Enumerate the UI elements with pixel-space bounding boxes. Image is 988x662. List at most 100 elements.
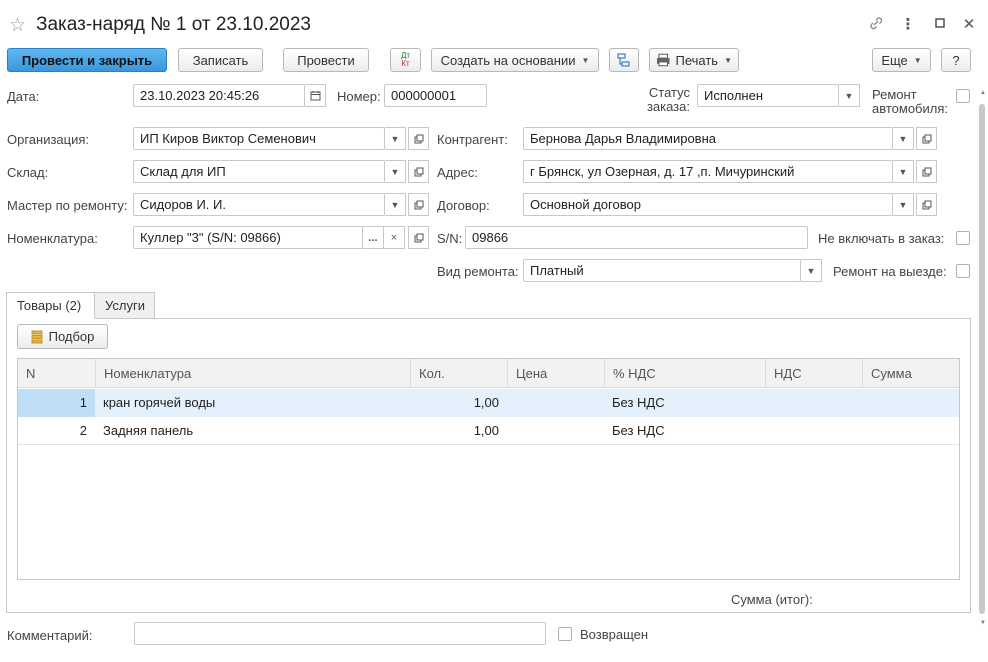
address-label: Адрес: [437,165,478,180]
number-field[interactable]: 000000001 [384,84,487,107]
cell-n[interactable]: 1 [18,389,95,417]
master-dropdown-button[interactable]: ▼ [385,193,406,216]
address-field[interactable]: г Брянск, ул Озерная, д. 17 ,п. Мичуринс… [523,160,893,183]
vertical-scrollbar[interactable]: ▲ ▼ [977,90,987,630]
cell-qty[interactable]: 1,00 [410,417,507,445]
counterparty-dropdown-button[interactable]: ▼ [893,127,914,150]
counterparty-open-button[interactable] [916,127,937,150]
create-based-on-button[interactable]: Создать на основании ▼ [431,48,599,72]
cell-price[interactable] [507,417,604,445]
window-title: Заказ-наряд № 1 от 23.10.2023 [36,14,311,35]
onsite-repair-checkbox[interactable] [956,264,970,278]
tab-services[interactable]: Услуги [94,292,155,319]
exclude-from-order-checkbox[interactable] [956,231,970,245]
printer-icon [656,53,670,67]
column-header-vat[interactable]: НДС [765,359,862,388]
contract-field[interactable]: Основной договор [523,193,893,216]
tab-goods[interactable]: Товары (2) [6,292,95,319]
post-and-close-button[interactable]: Провести и закрыть [7,48,167,72]
structure-icon-button[interactable] [609,48,639,72]
repair-type-label: Вид ремонта: [437,264,519,279]
table-header: N Номенклатура Кол. Цена % НДС НДС Сумма [18,359,959,388]
nomenclature-open-button[interactable] [408,226,429,249]
nomenclature-clear-button[interactable]: × [384,226,405,249]
counterparty-label: Контрагент: [437,132,508,147]
counterparty-field[interactable]: Бернова Дарья Владимировна [523,127,893,150]
column-header-nomenclature[interactable]: Номенклатура [95,359,410,388]
warehouse-open-button[interactable] [408,160,429,183]
returned-checkbox[interactable] [558,627,572,641]
print-button[interactable]: Печать ▼ [649,48,739,72]
organization-open-button[interactable] [408,127,429,150]
repair-type-select[interactable]: Платный [523,259,801,282]
cell-vat[interactable] [765,389,862,417]
pick-button[interactable]: Подбор [17,324,108,349]
column-header-sum[interactable]: Сумма [862,359,959,388]
pick-label: Подбор [48,329,95,344]
contract-label: Договор: [437,198,490,213]
calendar-button[interactable] [305,84,326,107]
organization-field[interactable]: ИП Киров Виктор Семенович [133,127,385,150]
cell-sum[interactable] [862,389,959,417]
maximize-icon[interactable] [930,15,950,35]
address-open-button[interactable] [916,160,937,183]
comment-label: Комментарий: [7,628,93,643]
nomenclature-select-button[interactable]: ... [363,226,384,249]
table-row[interactable]: 1 кран горячей воды 1,00 Без НДС [18,389,959,417]
scrollbar-thumb[interactable] [979,104,985,614]
column-header-vat-rate[interactable]: % НДС [604,359,765,388]
more-button[interactable]: Еще ▼ [872,48,931,72]
warehouse-dropdown-button[interactable]: ▼ [385,160,406,183]
scroll-down-icon[interactable]: ▼ [980,620,986,626]
favorite-star-icon[interactable]: ☆ [9,14,26,37]
repair-type-dropdown-button[interactable]: ▼ [801,259,822,282]
sn-label: S/N: [437,231,463,246]
status-dropdown-button[interactable]: ▼ [839,84,860,107]
clear-icon: × [390,231,398,244]
master-field[interactable]: Сидоров И. И. [133,193,385,216]
chevron-down-icon: ▼ [913,55,922,65]
column-header-price[interactable]: Цена [507,359,604,388]
car-repair-label: Ремонт автомобиля: [872,88,948,116]
cell-nomenclature[interactable]: Задняя панель [95,417,410,445]
car-repair-checkbox[interactable] [956,89,970,103]
exclude-from-order-label: Не включать в заказ: [818,231,945,246]
column-header-qty[interactable]: Кол. [410,359,507,388]
cell-qty[interactable]: 1,00 [410,389,507,417]
link-icon[interactable] [866,15,886,35]
warehouse-field[interactable]: Склад для ИП [133,160,385,183]
nomenclature-field[interactable]: Куллер "3" (S/N: 09866) [133,226,363,249]
comment-field[interactable] [134,622,546,645]
cell-vat-rate[interactable]: Без НДС [604,417,765,445]
dropdown-arrow-icon: ▼ [390,133,400,144]
contract-open-button[interactable] [916,193,937,216]
close-icon[interactable]: ✕ [959,15,979,35]
address-dropdown-button[interactable]: ▼ [893,160,914,183]
cell-nomenclature[interactable]: кран горячей воды [95,389,410,417]
cell-n[interactable]: 2 [18,417,95,445]
sn-field[interactable]: 09866 [465,226,808,249]
cell-vat[interactable] [765,417,862,445]
dropdown-arrow-icon: ▼ [390,166,400,177]
cell-price[interactable] [507,389,604,417]
status-select[interactable]: Исполнен [697,84,839,107]
column-header-n[interactable]: N [18,359,95,388]
open-form-icon [414,134,423,143]
open-form-icon [414,233,423,242]
scroll-up-icon[interactable]: ▲ [980,90,986,96]
master-label: Мастер по ремонту: [7,198,128,213]
cell-vat-rate[interactable]: Без НДС [604,389,765,417]
date-field[interactable]: 23.10.2023 20:45:26 [133,84,305,107]
master-open-button[interactable] [408,193,429,216]
cell-sum[interactable] [862,417,959,445]
organization-dropdown-button[interactable]: ▼ [385,127,406,150]
contract-dropdown-button[interactable]: ▼ [893,193,914,216]
open-form-icon [922,167,931,176]
more-options-icon[interactable]: ⋮ [898,15,918,35]
save-button[interactable]: Записать [178,48,263,72]
table-row[interactable]: 2 Задняя панель 1,00 Без НДС [18,417,959,445]
help-button[interactable]: ? [941,48,971,72]
post-button[interactable]: Провести [283,48,369,72]
dt-kt-button[interactable]: Дт Кт [390,48,421,72]
status-label: Статус заказа: [646,86,690,114]
